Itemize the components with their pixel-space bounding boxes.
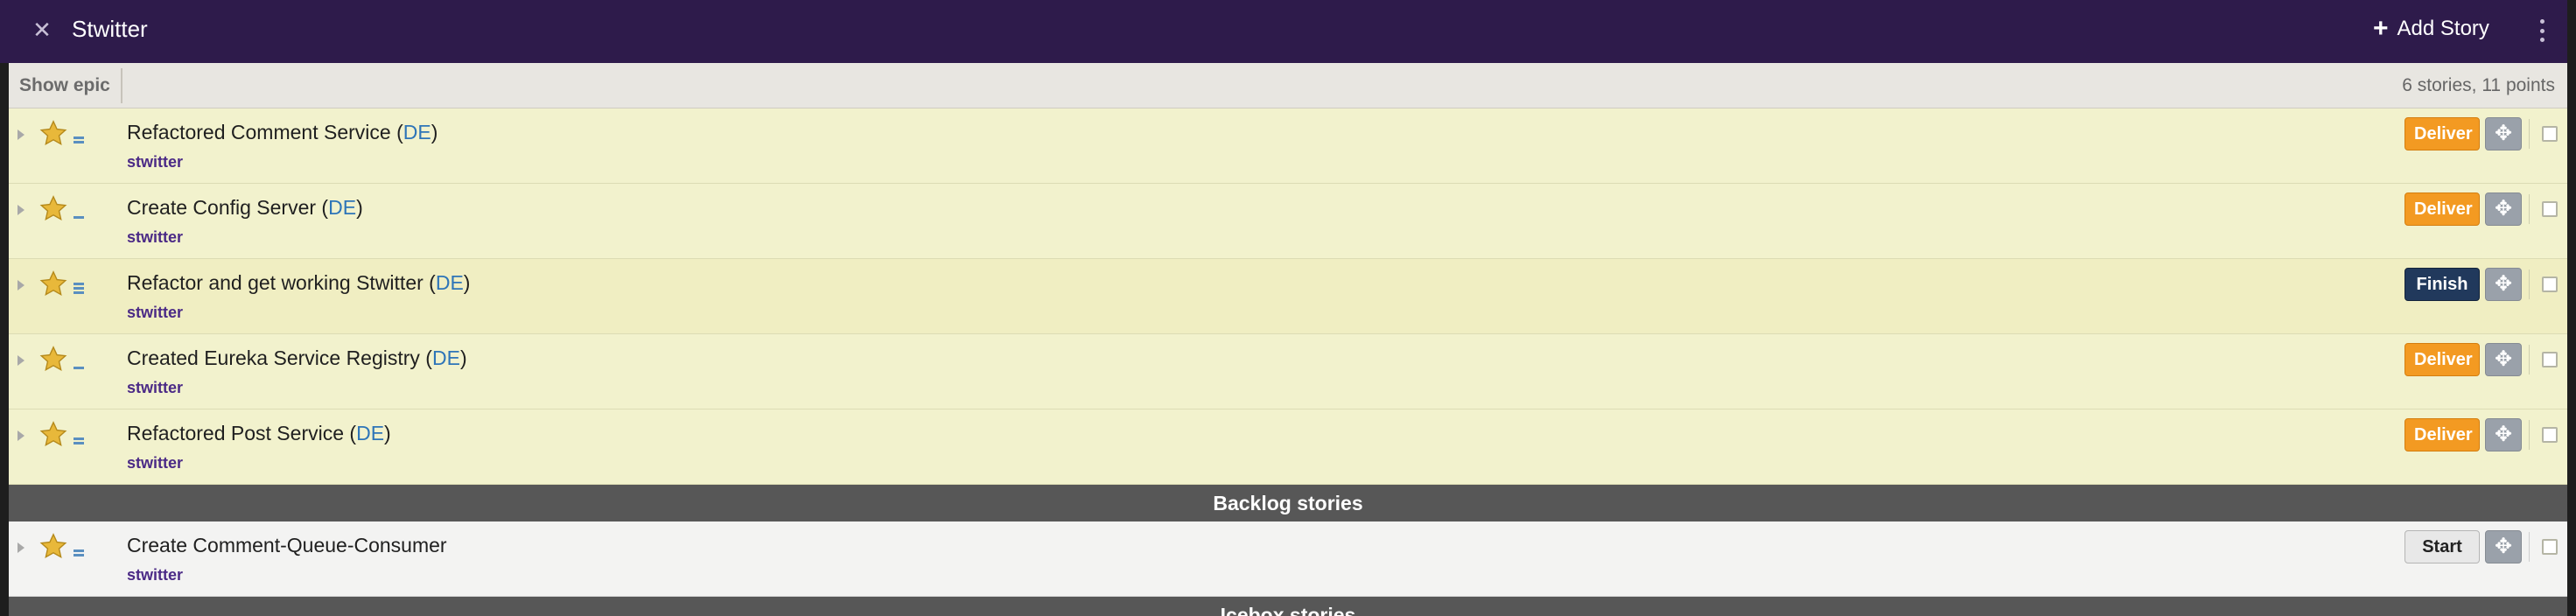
story-title[interactable]: Created Eureka Service Registry (DE) xyxy=(127,345,467,371)
estimate-icon xyxy=(74,205,86,219)
expand-icon[interactable] xyxy=(18,542,24,553)
star-icon xyxy=(39,533,67,559)
divider xyxy=(2529,194,2530,224)
story-title[interactable]: Create Comment-Queue-Consumer xyxy=(127,532,447,558)
owner-link[interactable]: DE xyxy=(356,422,384,444)
divider xyxy=(2529,532,2530,562)
estimate-icon xyxy=(74,542,86,556)
select-checkbox[interactable] xyxy=(2542,126,2558,142)
backlog-section-header: Backlog stories xyxy=(9,485,2567,522)
plus-icon: + xyxy=(2373,14,2389,43)
expand-icon[interactable] xyxy=(18,355,24,366)
expand-icon[interactable] xyxy=(18,280,24,290)
story-label[interactable]: stwitter xyxy=(127,228,183,247)
story-label[interactable]: stwitter xyxy=(127,378,183,397)
story-title[interactable]: Refactor and get working Stwitter (DE) xyxy=(127,270,470,296)
story-row[interactable]: Refactored Post Service (DE) stwitter De… xyxy=(9,410,2567,485)
divider xyxy=(2529,119,2530,149)
star-icon xyxy=(39,421,67,447)
add-story-button[interactable]: + Add Story xyxy=(2373,16,2489,42)
select-checkbox[interactable] xyxy=(2542,539,2558,555)
move-icon[interactable]: ✥ xyxy=(2485,192,2522,226)
story-label[interactable]: stwitter xyxy=(127,453,183,472)
expand-icon[interactable] xyxy=(18,130,24,140)
owner-link[interactable]: DE xyxy=(328,196,356,219)
owner-link[interactable]: DE xyxy=(436,271,464,294)
panel-toolbar: Show epic 6 stories, 11 points xyxy=(9,63,2567,108)
estimate-icon xyxy=(74,280,86,294)
project-panel: ✕ Stwitter + Add Story Show epic 6 stori… xyxy=(0,0,2576,616)
estimate-icon xyxy=(74,130,86,144)
move-icon[interactable]: ✥ xyxy=(2485,530,2522,564)
move-icon[interactable]: ✥ xyxy=(2485,418,2522,452)
panel-title: Stwitter xyxy=(72,16,148,42)
star-icon xyxy=(39,270,67,297)
move-icon[interactable]: ✥ xyxy=(2485,117,2522,150)
select-checkbox[interactable] xyxy=(2542,201,2558,217)
story-row[interactable]: Create Comment-Queue-Consumer stwitter S… xyxy=(9,522,2567,597)
start-button[interactable]: Start xyxy=(2404,530,2480,564)
story-label[interactable]: stwitter xyxy=(127,303,183,322)
estimate-icon xyxy=(74,430,86,444)
owner-link[interactable]: DE xyxy=(403,121,431,144)
select-checkbox[interactable] xyxy=(2542,276,2558,292)
owner-link[interactable]: DE xyxy=(432,346,460,369)
story-title[interactable]: Create Config Server (DE) xyxy=(127,194,363,220)
deliver-button[interactable]: Deliver xyxy=(2404,418,2480,452)
story-row[interactable]: Create Config Server (DE) stwitter Deliv… xyxy=(9,184,2567,259)
star-icon xyxy=(39,346,67,372)
story-row[interactable]: Created Eureka Service Registry (DE) stw… xyxy=(9,334,2567,410)
star-icon xyxy=(39,120,67,146)
expand-icon[interactable] xyxy=(18,205,24,215)
stories-summary: 6 stories, 11 points xyxy=(2402,75,2555,95)
add-story-label: Add Story xyxy=(2397,17,2489,40)
story-row[interactable]: Refactored Comment Service (DE) stwitter… xyxy=(9,108,2567,184)
close-icon[interactable]: ✕ xyxy=(30,18,54,42)
deliver-button[interactable]: Deliver xyxy=(2404,343,2480,376)
move-icon[interactable]: ✥ xyxy=(2485,343,2522,376)
divider xyxy=(2529,420,2530,450)
star-icon xyxy=(39,195,67,221)
divider xyxy=(2529,270,2530,299)
select-checkbox[interactable] xyxy=(2542,427,2558,443)
divider xyxy=(2529,345,2530,374)
story-label[interactable]: stwitter xyxy=(127,152,183,172)
left-gutter xyxy=(0,63,9,616)
panel-header: ✕ Stwitter + Add Story xyxy=(0,0,2576,63)
expand-icon[interactable] xyxy=(18,430,24,441)
story-label[interactable]: stwitter xyxy=(127,565,183,584)
kebab-icon[interactable] xyxy=(2534,16,2550,46)
right-gutter xyxy=(2567,0,2576,616)
finish-button[interactable]: Finish xyxy=(2404,268,2480,301)
deliver-button[interactable]: Deliver xyxy=(2404,192,2480,226)
show-epic-button[interactable]: Show epic xyxy=(9,68,122,103)
story-title[interactable]: Refactored Post Service (DE) xyxy=(127,420,391,446)
story-row[interactable]: Refactor and get working Stwitter (DE) s… xyxy=(9,259,2567,334)
estimate-icon xyxy=(74,355,86,369)
move-icon[interactable]: ✥ xyxy=(2485,268,2522,301)
icebox-section-header: Icebox stories xyxy=(9,597,2567,616)
select-checkbox[interactable] xyxy=(2542,352,2558,368)
story-title[interactable]: Refactored Comment Service (DE) xyxy=(127,119,438,145)
deliver-button[interactable]: Deliver xyxy=(2404,117,2480,150)
